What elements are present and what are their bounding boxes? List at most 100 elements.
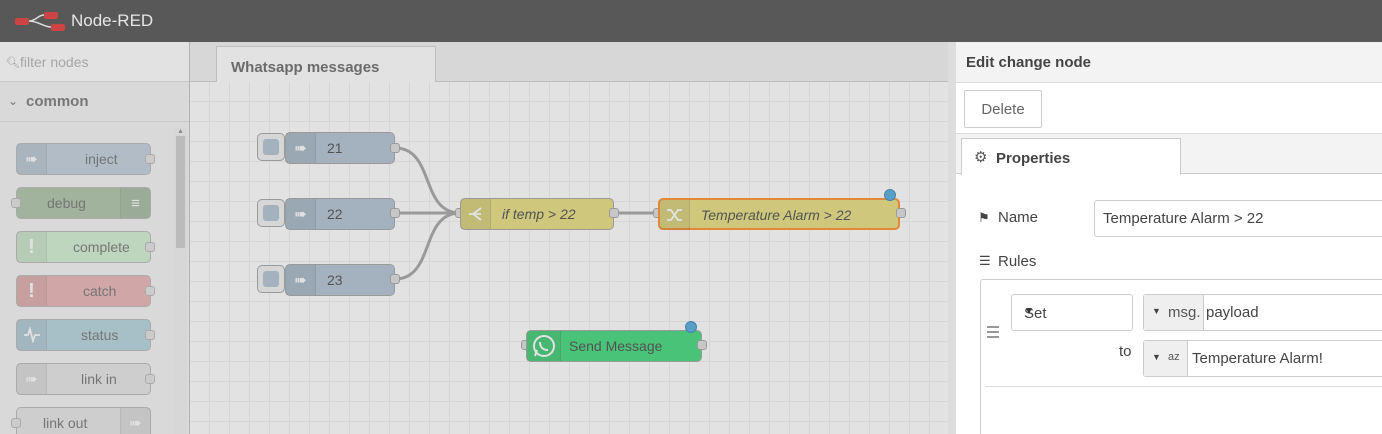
tag-icon: ⚑	[978, 210, 990, 225]
node-label: 23	[327, 272, 343, 288]
flow-node-inject-21[interactable]: ➠ 21	[285, 132, 395, 164]
gear-icon: ⚙	[974, 149, 988, 166]
tab-label: Whatsapp messages	[231, 59, 380, 76]
palette-node-status[interactable]: status	[16, 319, 155, 351]
input-port[interactable]	[11, 198, 21, 208]
palette-node-label: catch	[83, 283, 117, 299]
type-prefix: msg.	[1168, 304, 1201, 321]
exclamation-icon: !	[17, 276, 47, 306]
app-header: Node-RED	[0, 0, 1382, 42]
output-port[interactable]	[896, 208, 906, 218]
rules-label: Rules	[998, 253, 1037, 270]
inject-trigger-button[interactable]	[257, 265, 285, 293]
output-port[interactable]	[390, 274, 400, 284]
whatsapp-icon	[527, 331, 561, 361]
output-port[interactable]	[390, 208, 400, 218]
palette-node-label: link in	[81, 371, 117, 387]
chevron-down-icon: ▼	[1024, 306, 1034, 317]
output-port[interactable]	[145, 374, 155, 384]
flow-node-inject-23[interactable]: ➠ 23	[285, 264, 395, 296]
type-selector[interactable]: ▼ msg.	[1144, 295, 1204, 330]
search-icon: 🔍︎	[6, 57, 20, 69]
node-palette: 🔍︎ ⌄ common ➠ inject debug ≡ ! complete …	[0, 42, 190, 434]
workspace-tabs: Whatsapp messages	[190, 42, 948, 83]
wire	[394, 146, 461, 215]
rule-action-select[interactable]: Set ▼	[1011, 294, 1133, 331]
link-in-icon: ➠	[17, 364, 47, 394]
filter-nodes-input[interactable]	[20, 52, 180, 72]
edit-node-tray: Edit change node Delete ⚙ Properties ⚑ N…	[948, 42, 1382, 434]
node-label: 21	[327, 140, 343, 156]
palette-filter: 🔍︎	[0, 42, 189, 82]
flow-canvas[interactable]: ➠ 21 ➠ 22 ➠ 23 if temp > 22 Temperature …	[190, 82, 948, 434]
changed-indicator-dot	[884, 189, 896, 201]
to-label: to	[1119, 343, 1132, 360]
palette-node-label: debug	[47, 195, 86, 211]
chevron-down-icon: ⌄	[8, 94, 19, 108]
arrow-in-icon: ➠	[286, 199, 316, 229]
tray-tabs: ⚙ Properties	[956, 134, 1382, 175]
caret-down-icon: ▼	[1152, 306, 1161, 316]
node-red-logo-icon	[15, 12, 65, 31]
tab-whatsapp-messages[interactable]: Whatsapp messages	[216, 46, 436, 83]
flow-node-whatsapp-send[interactable]: Send Message	[526, 330, 702, 362]
output-port[interactable]	[145, 242, 155, 252]
flow-node-switch[interactable]: if temp > 22	[460, 198, 614, 230]
output-port[interactable]	[609, 208, 619, 218]
rule-target-typed-input[interactable]: ▼ msg. payload	[1143, 294, 1382, 331]
tray-header: Edit change node	[956, 42, 1382, 83]
exclamation-icon: !	[17, 232, 47, 262]
drag-handle-icon[interactable]	[987, 326, 999, 338]
node-label: 22	[327, 206, 343, 222]
tab-label: Properties	[996, 150, 1071, 167]
palette-node-catch[interactable]: ! catch	[16, 275, 155, 307]
scrollbar-thumb[interactable]	[176, 136, 185, 248]
shuffle-icon	[660, 200, 690, 230]
type-selector[interactable]: ▼ az	[1144, 341, 1188, 376]
output-port[interactable]	[390, 143, 400, 153]
link-out-icon: ➠	[120, 408, 150, 434]
arrow-in-icon: ➠	[286, 133, 316, 163]
input-port[interactable]	[11, 418, 21, 428]
arrow-in-icon: ➠	[286, 265, 316, 295]
name-label: Name	[998, 209, 1039, 226]
palette-node-complete[interactable]: ! complete	[16, 231, 155, 263]
palette-node-label: link out	[43, 415, 88, 431]
string-type-icon: az	[1168, 351, 1180, 363]
palette-node-label: status	[81, 327, 119, 343]
output-port[interactable]	[145, 154, 155, 164]
tray-title: Edit change node	[966, 54, 1092, 71]
node-label: if temp > 22	[502, 206, 576, 222]
palette-node-label: complete	[73, 239, 130, 255]
rule-divider	[985, 386, 1382, 387]
output-port[interactable]	[145, 330, 155, 340]
output-port[interactable]	[697, 340, 707, 350]
palette-node-inject[interactable]: ➠ inject	[16, 143, 155, 175]
pulse-icon	[17, 320, 47, 350]
inject-trigger-button[interactable]	[257, 133, 285, 161]
delete-button[interactable]: Delete	[964, 90, 1042, 128]
scroll-up-icon[interactable]: ▲	[177, 128, 184, 135]
app-title: Node-RED	[71, 11, 154, 30]
node-label: Send Message	[569, 338, 663, 354]
rule-value: Temperature Alarm!	[1192, 350, 1323, 367]
name-input[interactable]	[1094, 200, 1382, 237]
flow-node-change-selected[interactable]: Temperature Alarm > 22	[658, 198, 900, 230]
changed-indicator-dot	[685, 321, 697, 333]
arrow-in-icon: ➠	[17, 144, 47, 174]
tab-properties[interactable]: ⚙ Properties	[961, 138, 1181, 175]
palette-scrollbar[interactable]: ▲	[175, 128, 187, 434]
palette-node-link-out[interactable]: link out ➠	[11, 407, 151, 434]
category-header-common[interactable]: ⌄ common	[0, 82, 189, 122]
category-label: common	[26, 93, 89, 110]
caret-down-icon: ▼	[1152, 352, 1161, 362]
inject-trigger-button[interactable]	[257, 199, 285, 227]
output-port[interactable]	[145, 286, 155, 296]
list-icon: ☰	[979, 253, 991, 268]
flow-node-inject-22[interactable]: ➠ 22	[285, 198, 395, 230]
switch-icon	[461, 199, 491, 229]
palette-node-debug[interactable]: debug ≡	[11, 187, 151, 219]
palette-node-link-in[interactable]: ➠ link in	[16, 363, 155, 395]
rule-value-typed-input[interactable]: ▼ az Temperature Alarm!	[1143, 340, 1382, 377]
rules-list: Set ▼ ▼ msg. payload to ▼ az Temperature…	[980, 279, 1382, 434]
